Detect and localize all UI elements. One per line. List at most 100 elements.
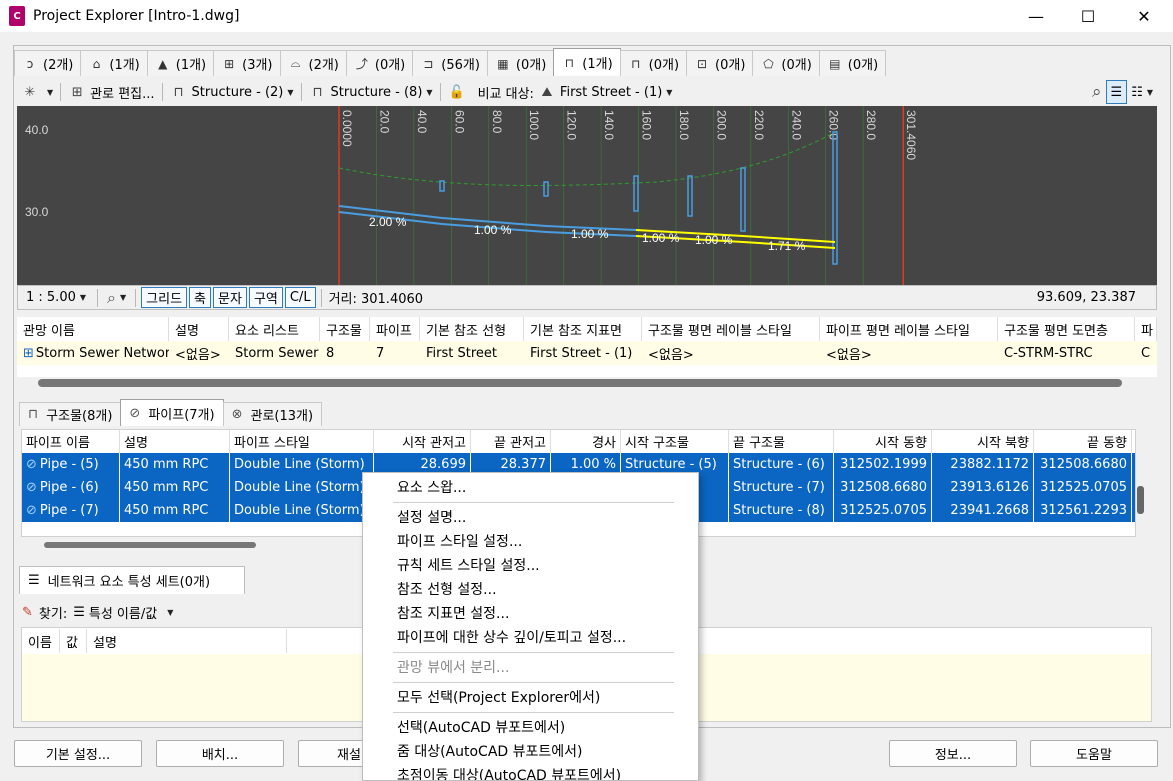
- column-header[interactable]: 설명: [169, 317, 229, 341]
- column-header[interactable]: 구조물 평면 도면층: [998, 317, 1135, 341]
- help-button[interactable]: 도움말: [1030, 740, 1158, 767]
- magnifier-icon: ⌕: [1092, 82, 1102, 102]
- menu-item-13[interactable]: 선택(AutoCAD 뷰포트에서): [363, 715, 698, 739]
- horizontal-scrollbar[interactable]: [38, 379, 1122, 387]
- menu-item-11[interactable]: 모두 선택(Project Explorer에서): [363, 685, 698, 709]
- column-header[interactable]: 끝 동향: [1034, 430, 1132, 453]
- column-header[interactable]: 설명: [87, 629, 287, 653]
- column-header[interactable]: 파: [1135, 317, 1157, 341]
- civil3d-app-icon: C: [9, 6, 25, 26]
- horizontal-scrollbar[interactable]: [44, 542, 256, 548]
- distance-readout: 거리: 301.4060: [328, 292, 424, 307]
- tab-label: 관로(13개): [250, 409, 314, 424]
- column-header[interactable]: 파이프 스타일: [230, 430, 374, 453]
- about-button[interactable]: 정보...: [889, 740, 1017, 767]
- tab-corridor[interactable]: ▲ (1개): [146, 50, 215, 76]
- column-header[interactable]: 기본 참조 지표면: [524, 317, 642, 341]
- lock-button[interactable]: 🔓: [444, 80, 474, 104]
- maximize-icon[interactable]: ☐: [1062, 0, 1114, 32]
- column-header[interactable]: 값: [60, 629, 87, 653]
- toolbar-separator: [135, 288, 137, 307]
- zoom-button[interactable]: ⌕: [1088, 80, 1106, 104]
- column-header[interactable]: 구조물: [320, 317, 370, 341]
- menu-item-0[interactable]: 요소 스왑...: [363, 475, 698, 499]
- menu-item-15[interactable]: 초점이동 대상(AutoCAD 뷰포트에서): [363, 763, 698, 780]
- tab-feature-line[interactable]: ⬠ (0개): [752, 50, 820, 76]
- column-header[interactable]: 끝 관저고: [471, 430, 551, 453]
- column-header[interactable]: 시작 구조물: [621, 430, 729, 453]
- toggle-1[interactable]: 축: [189, 287, 212, 308]
- column-header[interactable]: 기본 참조 선형: [420, 317, 524, 341]
- settings-button[interactable]: 기본 설정...: [14, 740, 142, 767]
- close-icon[interactable]: ✕: [1118, 0, 1170, 32]
- property-find-bar: ✎ 찾기: ☰ 특성 이름/값 ▼: [22, 600, 173, 624]
- column-header[interactable]: 요소 리스트: [229, 317, 320, 341]
- table-cell: 23913.6126: [932, 476, 1034, 499]
- column-header[interactable]: 파이프 평면 레이블 스타일: [820, 317, 998, 341]
- toggle-4[interactable]: C/L: [284, 287, 316, 308]
- zoom-dropdown[interactable]: ⌕ ▼: [101, 288, 132, 308]
- column-header[interactable]: 파이프: [370, 317, 420, 341]
- tab-sample-line[interactable]: ⊐ (56개): [412, 50, 488, 76]
- list-icon: ☰: [28, 573, 40, 588]
- table-cell: 312561.2293: [1034, 499, 1132, 522]
- tab-profile[interactable]: ⤴ (0개): [345, 50, 414, 76]
- tab-alignment[interactable]: ↄ (2개): [14, 50, 82, 76]
- structure-mark: [687, 175, 693, 217]
- property-sets-tab[interactable]: ☰ 네트워크 요소 특성 세트(0개): [19, 566, 245, 594]
- column-header[interactable]: 시작 관저고: [374, 430, 471, 453]
- toggle-0[interactable]: 그리드: [141, 287, 188, 308]
- table-cell: Structure - (6): [729, 453, 834, 476]
- profile-view[interactable]: 40.0 30.0 0.0000 20.0 40.0 60.0 80.0 100.0 120.0…: [17, 106, 1157, 285]
- column-header[interactable]: 경사: [551, 430, 621, 453]
- table-cell: C: [1141, 345, 1151, 361]
- structure-mark: [832, 131, 838, 265]
- network-table-header: 관망 이름 설명 요소 리스트 구조물 파이프 기본 참조 선형 기본 참조 지표면 구조물 …: [17, 317, 1157, 341]
- property-sets-tab-label: 네트워크 요소 특성 세트(0개): [47, 575, 211, 590]
- table-row[interactable]: ⊞ Storm Sewer Network <없음> Storm Sewer 8 7 Fir…: [17, 341, 1157, 365]
- menu-item-14[interactable]: 줌 대상(AutoCAD 뷰포트에서): [363, 739, 698, 763]
- find-dropdown[interactable]: ☰ 특성 이름/값 ▼: [73, 603, 173, 622]
- network-edit-button[interactable]: ⊞ 관로 편집...: [64, 80, 158, 104]
- tab-view-frame[interactable]: ▦ (0개): [486, 50, 555, 76]
- add-object-button[interactable]: ✳ ▼: [17, 80, 57, 104]
- menu-item-6[interactable]: 참조 지표면 설정...: [363, 601, 698, 625]
- layout-button[interactable]: 배치...: [156, 740, 284, 767]
- column-header[interactable]: 파이프 이름: [22, 430, 120, 453]
- start-structure-dropdown[interactable]: ⊓ Structure - (2) ▼: [166, 80, 298, 104]
- column-header[interactable]: 설명: [120, 430, 230, 453]
- column-header[interactable]: 관망 이름: [17, 317, 169, 341]
- list-view-button[interactable]: ☰: [1105, 80, 1128, 104]
- tab-assembly[interactable]: ⊞ (3개): [213, 50, 281, 76]
- menu-item-2[interactable]: 설정 설명...: [363, 505, 698, 529]
- compare-dropdown[interactable]: 비교 대상: ⛰ First Street - (1) ▼: [474, 80, 677, 104]
- column-header[interactable]: 끝 구조물: [729, 430, 834, 453]
- column-header[interactable]: 구조물 평면 레이블 스타일: [642, 317, 820, 341]
- tab-network[interactable]: ⊗ 관로(13개): [222, 402, 323, 426]
- tab-pipe-net-view[interactable]: ⊓ (1개): [553, 48, 621, 76]
- end-structure-dropdown[interactable]: ⊓ Structure - (8) ▼: [305, 80, 437, 104]
- vertical-scrollbar[interactable]: [1137, 486, 1144, 514]
- minimize-icon[interactable]: —: [1010, 0, 1062, 32]
- tab-pressure-net[interactable]: ⊓ (0개): [619, 50, 688, 76]
- column-header[interactable]: 시작 동향: [834, 430, 932, 453]
- reset-button[interactable]: 재설: [298, 740, 368, 767]
- tab-pipe[interactable]: ⊘ 파이프(7개): [120, 399, 224, 426]
- column-header[interactable]: 이름: [22, 629, 60, 653]
- tab-catchment[interactable]: ⊡ (0개): [686, 50, 754, 76]
- toggle-3[interactable]: 구역: [248, 287, 283, 308]
- menu-item-5[interactable]: 참조 선형 설정...: [363, 577, 698, 601]
- split-view-button[interactable]: ☷ ▼: [1127, 80, 1157, 104]
- menu-item-7[interactable]: 파이프에 대한 상수 깊이/토피고 설정...: [363, 625, 698, 649]
- station-label: 280.0: [864, 110, 878, 140]
- edit-properties-icon[interactable]: ✎: [22, 605, 33, 620]
- tab-point-group[interactable]: ▤ (0개): [818, 50, 887, 76]
- tab-structure[interactable]: ⊓ 구조물(8개): [19, 402, 122, 426]
- scale-dropdown[interactable]: 1 : 5.00 ▼: [18, 290, 94, 305]
- toggle-2[interactable]: 문자: [213, 287, 247, 308]
- column-header[interactable]: 시작 북향: [932, 430, 1034, 453]
- menu-item-3[interactable]: 파이프 스타일 설정...: [363, 529, 698, 553]
- tab-surface[interactable]: ⌓ (2개): [279, 50, 347, 76]
- menu-item-4[interactable]: 규칙 세트 스타일 설정...: [363, 553, 698, 577]
- tab-pipe-network[interactable]: ⌂ (1개): [80, 50, 148, 76]
